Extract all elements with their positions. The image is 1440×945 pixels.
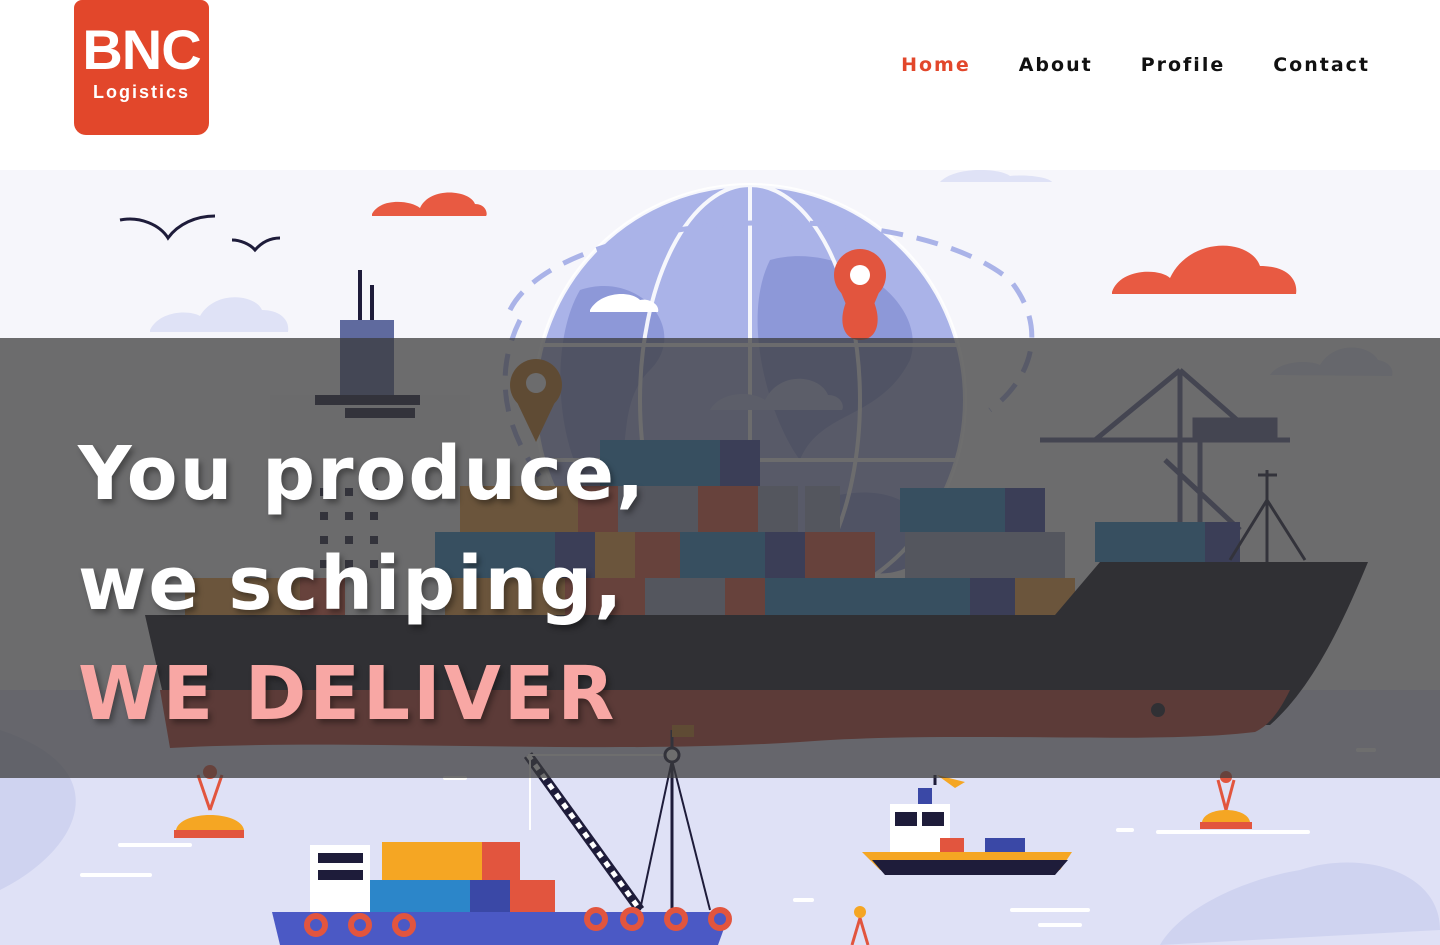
- brand-logo[interactable]: BNC Logistics: [74, 0, 209, 135]
- site-header: BNC Logistics Home About Profile Contact: [0, 0, 1440, 170]
- nav-item-about[interactable]: About: [1019, 54, 1093, 76]
- hero-line-2: we schiping,: [78, 541, 625, 628]
- hero-headline: You produce, we schiping, WE DELIVER: [78, 419, 646, 749]
- hero-line-3: WE DELIVER: [78, 651, 618, 738]
- logo-main-text: BNC: [82, 18, 201, 81]
- nav-item-profile[interactable]: Profile: [1141, 54, 1226, 76]
- nav-item-contact[interactable]: Contact: [1273, 54, 1370, 76]
- hero-section: You produce, we schiping, WE DELIVER: [0, 170, 1440, 945]
- main-nav: Home About Profile Contact: [901, 54, 1370, 76]
- logo-sub-text: Logistics: [92, 82, 190, 102]
- nav-item-home[interactable]: Home: [901, 54, 971, 76]
- hero-line-1: You produce,: [78, 431, 647, 518]
